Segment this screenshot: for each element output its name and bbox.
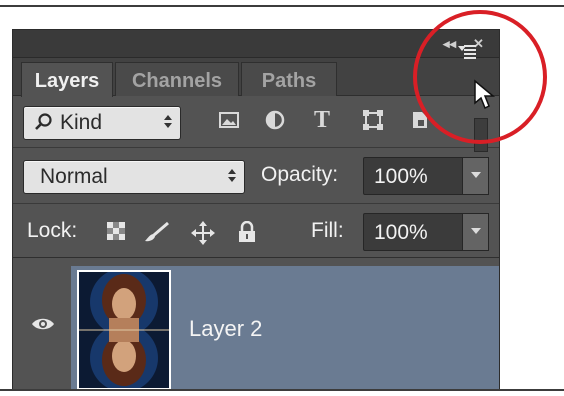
kind-filter-select[interactable]: Kind: [23, 106, 181, 140]
lock-label: Lock:: [27, 219, 78, 242]
lock-all-icon[interactable]: [236, 220, 258, 243]
tab-layers[interactable]: Layers: [21, 62, 113, 97]
blend-row: Normal Opacity: 100%: [13, 148, 499, 204]
image-filter-icon[interactable]: [218, 109, 240, 131]
select-arrows-icon: [228, 169, 236, 182]
fill-slider-button[interactable]: [463, 213, 489, 251]
layer-row[interactable]: Layer 2: [13, 258, 499, 391]
select-arrows-icon: [164, 115, 172, 128]
highlight-ring: [413, 10, 547, 144]
lock-transparent-pixels-icon[interactable]: [105, 221, 127, 243]
blend-mode-select[interactable]: Normal: [23, 160, 245, 194]
opacity-slider-button[interactable]: [463, 157, 489, 195]
blend-mode-value: Normal: [40, 165, 108, 188]
bottom-divider: [0, 389, 564, 391]
opacity-label: Opacity:: [261, 163, 339, 186]
lock-position-icon[interactable]: [191, 221, 215, 245]
lock-image-pixels-icon[interactable]: [144, 221, 169, 243]
opacity-field[interactable]: 100%: [363, 157, 463, 195]
eye-icon[interactable]: [31, 316, 55, 332]
layer-name[interactable]: Layer 2: [189, 316, 262, 342]
tab-channels[interactable]: Channels: [115, 62, 239, 96]
tab-paths[interactable]: Paths: [241, 62, 337, 96]
adjustment-filter-icon[interactable]: [264, 109, 286, 131]
fill-field[interactable]: 100%: [363, 213, 463, 251]
top-divider: [0, 5, 564, 7]
shape-filter-icon[interactable]: [362, 109, 384, 131]
lock-row: Lock: Fill: 100%: [13, 204, 499, 258]
type-filter-icon[interactable]: T: [311, 108, 333, 132]
layer-thumbnail[interactable]: [77, 270, 171, 390]
fill-label: Fill:: [311, 219, 344, 242]
chevron-down-icon: [471, 172, 481, 178]
search-icon: [34, 110, 54, 140]
chevron-down-icon: [471, 228, 481, 234]
kind-filter-label: Kind: [60, 111, 103, 134]
